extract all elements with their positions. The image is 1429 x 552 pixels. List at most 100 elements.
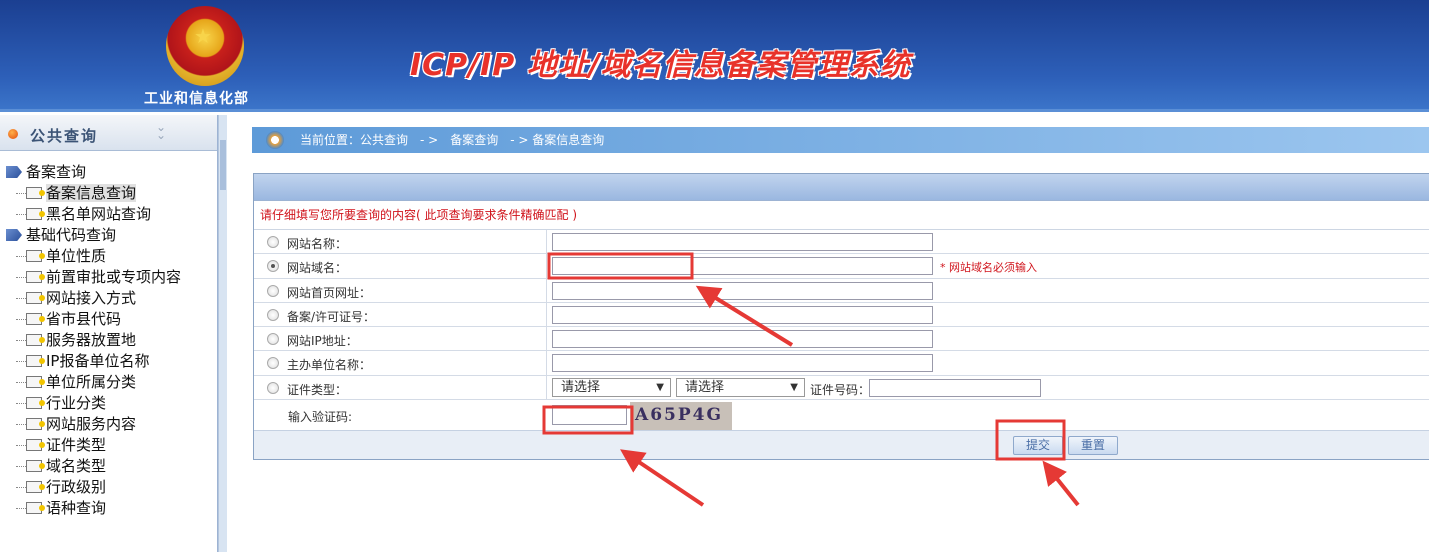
sidebar-group[interactable]: 备案查询 (0, 162, 218, 183)
sidebar-item[interactable]: 语种查询 (0, 498, 218, 519)
orange-dot-icon (8, 129, 18, 139)
text-input[interactable] (552, 305, 933, 324)
form-row: 备案/许可证号： (254, 302, 1429, 328)
sidebar-item[interactable]: 网站服务内容 (0, 414, 218, 435)
breadcrumb: 当前位置：公共查询 - > 备案查询 - > 备案信息查询 (252, 127, 1429, 153)
dropdown-arrow-icon: ▼ (790, 381, 798, 393)
arrow-icon (620, 449, 705, 507)
sidebar-item-label: 服务器放置地 (46, 331, 137, 349)
form-row: 网站域名： * 网站域名必须输入 (254, 254, 1429, 279)
sidebar-item-label: 单位所属分类 (46, 373, 137, 391)
page-icon (26, 418, 45, 430)
page-icon (26, 397, 45, 409)
text-input[interactable] (552, 257, 933, 276)
text-input[interactable] (552, 330, 933, 349)
cert-no-label: 证件号码： (810, 382, 871, 397)
sidebar-item-label: 基础代码查询 (26, 226, 117, 244)
sidebar-item-label: 单位性质 (46, 247, 107, 265)
sidebar-item[interactable]: 黑名单网站查询 (0, 204, 218, 225)
field-label: 网站首页网址： (287, 285, 372, 300)
cert-type-select-1[interactable]: 请选择 ▼ (552, 377, 671, 397)
sidebar-group[interactable]: 基础代码查询 (0, 225, 218, 246)
captcha-input[interactable] (552, 405, 627, 426)
header: ★ 工业和信息化部 ICP/IP 地址/域名信息备案管理系统 (0, 0, 1429, 112)
splitter-grip[interactable] (220, 140, 226, 190)
sidebar-item-label: IP报备单位名称 (46, 352, 150, 370)
sidebar-item[interactable]: 域名类型 (0, 456, 218, 477)
field-label: 网站名称： (287, 237, 348, 251)
reset-button[interactable]: 重置 (1068, 436, 1118, 455)
page-icon (26, 208, 45, 220)
collapse-chevron-icon[interactable]: ⌄ ⌄ (156, 121, 166, 141)
page-icon (26, 376, 45, 388)
page-icon (26, 292, 45, 304)
sidebar-item[interactable]: 前置审批或专项内容 (0, 267, 218, 288)
cert-no-input[interactable] (869, 378, 1041, 397)
sidebar-item[interactable]: 单位所属分类 (0, 372, 218, 393)
radio-button[interactable] (267, 236, 279, 248)
sidebar-item[interactable]: 行政级别 (0, 477, 218, 498)
sidebar-item[interactable]: 网站接入方式 (0, 288, 218, 309)
breadcrumb-text: 当前位置：公共查询 - > 备案查询 - > 备案信息查询 (300, 133, 605, 147)
sidebar-item[interactable]: 备案信息查询 (0, 183, 218, 204)
captcha-image[interactable]: A65P4G (630, 402, 732, 431)
sidebar-item-label: 行业分类 (46, 394, 107, 412)
ministry-name: 工业和信息化部 (144, 91, 249, 107)
page-icon (26, 502, 45, 514)
radio-button[interactable] (267, 308, 279, 321)
sidebar-item[interactable]: IP报备单位名称 (0, 351, 218, 372)
radio-button[interactable] (267, 333, 279, 346)
sidebar-item[interactable]: 服务器放置地 (0, 330, 218, 351)
field-label: 证件类型： (287, 382, 348, 397)
sidebar-header[interactable]: 公共查询 ⌄ ⌄ (0, 115, 217, 151)
radio-button[interactable] (267, 284, 279, 297)
form-row: 主办单位名称： (254, 351, 1429, 376)
folder-arrow-icon (6, 166, 22, 178)
national-emblem-logo: ★ (166, 6, 244, 86)
page-icon (26, 313, 45, 325)
query-form: 请仔细填写您所要查询的内容( 此项查询要求条件精确匹配 ) 网站名称： 网站域名：… (253, 173, 1429, 460)
captcha-label: 输入验证码: (288, 410, 353, 425)
page-icon (26, 481, 45, 493)
cert-type-select-2[interactable]: 请选择 ▼ (676, 377, 805, 397)
folder-arrow-icon (6, 229, 22, 241)
form-row: 网站IP地址： (254, 327, 1429, 352)
sidebar-item-label: 备案信息查询 (46, 184, 137, 202)
sidebar-splitter[interactable] (218, 115, 227, 552)
sidebar: 公共查询 ⌄ ⌄ 备案查询备案信息查询 黑名单网站查询基础代码查询单位性质前置审批或… (0, 115, 218, 552)
page-icon (26, 250, 45, 262)
sidebar-item[interactable]: 省市县代码 (0, 309, 218, 330)
sidebar-item-label: 域名类型 (46, 457, 107, 475)
text-input[interactable] (552, 233, 933, 251)
sidebar-item-label: 语种查询 (46, 499, 107, 517)
page-icon (26, 334, 45, 346)
arrow-icon (1042, 460, 1080, 507)
radio-cert-type[interactable] (267, 381, 279, 394)
sidebar-item-label: 前置审批或专项内容 (46, 268, 182, 286)
text-input[interactable] (552, 354, 933, 373)
page-icon (26, 439, 45, 451)
field-label: 网站IP地址： (287, 334, 358, 349)
form-row-captcha: 输入验证码: A65P4G (254, 400, 1429, 431)
page-icon (26, 271, 45, 283)
home-icon[interactable] (266, 131, 284, 149)
sidebar-item-label: 黑名单网站查询 (46, 205, 152, 223)
sidebar-item-label: 证件类型 (46, 436, 107, 454)
sidebar-item-label: 网站接入方式 (46, 289, 137, 307)
sidebar-item[interactable]: 证件类型 (0, 435, 218, 456)
field-label: 备案/许可证号： (287, 309, 376, 324)
text-input[interactable] (552, 281, 933, 300)
radio-button[interactable] (267, 260, 279, 273)
page-icon (26, 355, 45, 367)
submit-button[interactable]: 提交 (1013, 436, 1063, 455)
sidebar-item-label: 网站服务内容 (46, 415, 137, 433)
field-label: 主办单位名称： (287, 358, 372, 373)
sidebar-item-label: 备案查询 (26, 163, 87, 181)
form-row: 网站首页网址： (254, 278, 1429, 303)
form-notice: 请仔细填写您所要查询的内容( 此项查询要求条件精确匹配 ) (254, 201, 1429, 230)
sidebar-item-label: 省市县代码 (46, 310, 122, 328)
sidebar-item[interactable]: 单位性质 (0, 246, 218, 267)
system-title: ICP/IP 地址/域名信息备案管理系统 (410, 48, 911, 83)
radio-button[interactable] (267, 357, 279, 370)
sidebar-item[interactable]: 行业分类 (0, 393, 218, 414)
